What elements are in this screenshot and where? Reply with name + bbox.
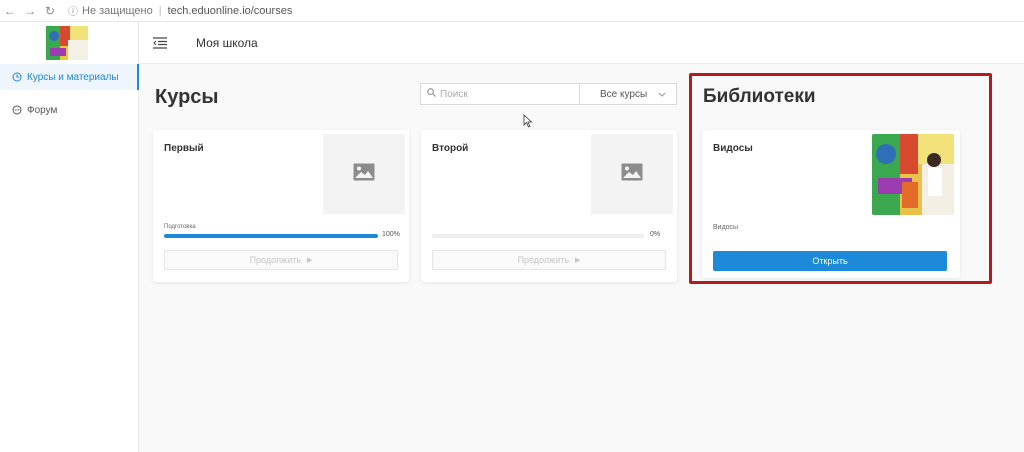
play-arrow-icon: ▶ (575, 257, 581, 264)
image-placeholder-icon (353, 163, 375, 186)
top-header: Моя школа (139, 22, 1024, 64)
back-icon[interactable]: ← (0, 0, 20, 22)
sidebar-item-courses[interactable]: Курсы и материалы (0, 64, 139, 90)
course-card[interactable]: Первый Подготовка 100% Продолжить ▶ (153, 130, 409, 282)
continue-button[interactable]: Продолжить ▶ (432, 250, 666, 270)
courses-title: Курсы (155, 86, 219, 108)
security-label[interactable]: Не защищено (82, 5, 153, 17)
menu-toggle-icon[interactable] (153, 36, 169, 50)
reload-icon[interactable]: ↻ (40, 0, 60, 22)
progress-bar (164, 234, 378, 238)
progress-label: Подготовка (164, 224, 196, 230)
chat-icon (11, 105, 22, 116)
search-input[interactable] (440, 88, 570, 100)
continue-button[interactable]: Продолжить ▶ (164, 250, 398, 270)
browser-bar: ← → ↻ ⓘ Не защищено | tech.eduonline.io/… (0, 0, 1024, 22)
forward-icon[interactable]: → (20, 0, 40, 22)
course-thumbnail (323, 134, 405, 214)
main-content: Курсы Все курсы Первый Подготовка 100% П… (139, 64, 1024, 452)
sidebar-item-label: Форум (27, 104, 58, 116)
search-box[interactable] (420, 83, 580, 105)
divider: | (158, 4, 162, 17)
button-label: Продолжить (517, 255, 570, 265)
sidebar-item-label: Курсы и материалы (27, 71, 119, 83)
filter-value: Все курсы (600, 88, 648, 100)
progress-fill (164, 234, 378, 238)
warning-icon[interactable]: ⓘ (68, 3, 78, 18)
chevron-down-icon (658, 89, 666, 100)
school-name: Моя школа (196, 36, 258, 50)
course-thumbnail (591, 134, 673, 214)
courses-filter-select[interactable]: Все курсы (579, 83, 677, 105)
sidebar-item-forum[interactable]: Форум (0, 97, 139, 123)
course-card[interactable]: Второй 0% Продолжить ▶ (421, 130, 677, 282)
image-placeholder-icon (621, 163, 643, 186)
course-title[interactable]: Второй (432, 143, 468, 154)
progress-percent: 100% (382, 231, 400, 238)
progress-percent: 0% (650, 231, 661, 238)
school-logo[interactable] (46, 26, 88, 60)
clock-icon (11, 72, 22, 83)
course-title[interactable]: Первый (164, 143, 204, 154)
highlight-frame (689, 73, 992, 284)
address-bar[interactable]: tech.eduonline.io/courses (168, 5, 293, 17)
button-label: Продолжить (249, 255, 302, 265)
sidebar: Курсы и материалы Форум (0, 22, 139, 452)
progress-bar (432, 234, 644, 238)
play-arrow-icon: ▶ (307, 257, 313, 264)
search-icon (427, 88, 436, 100)
